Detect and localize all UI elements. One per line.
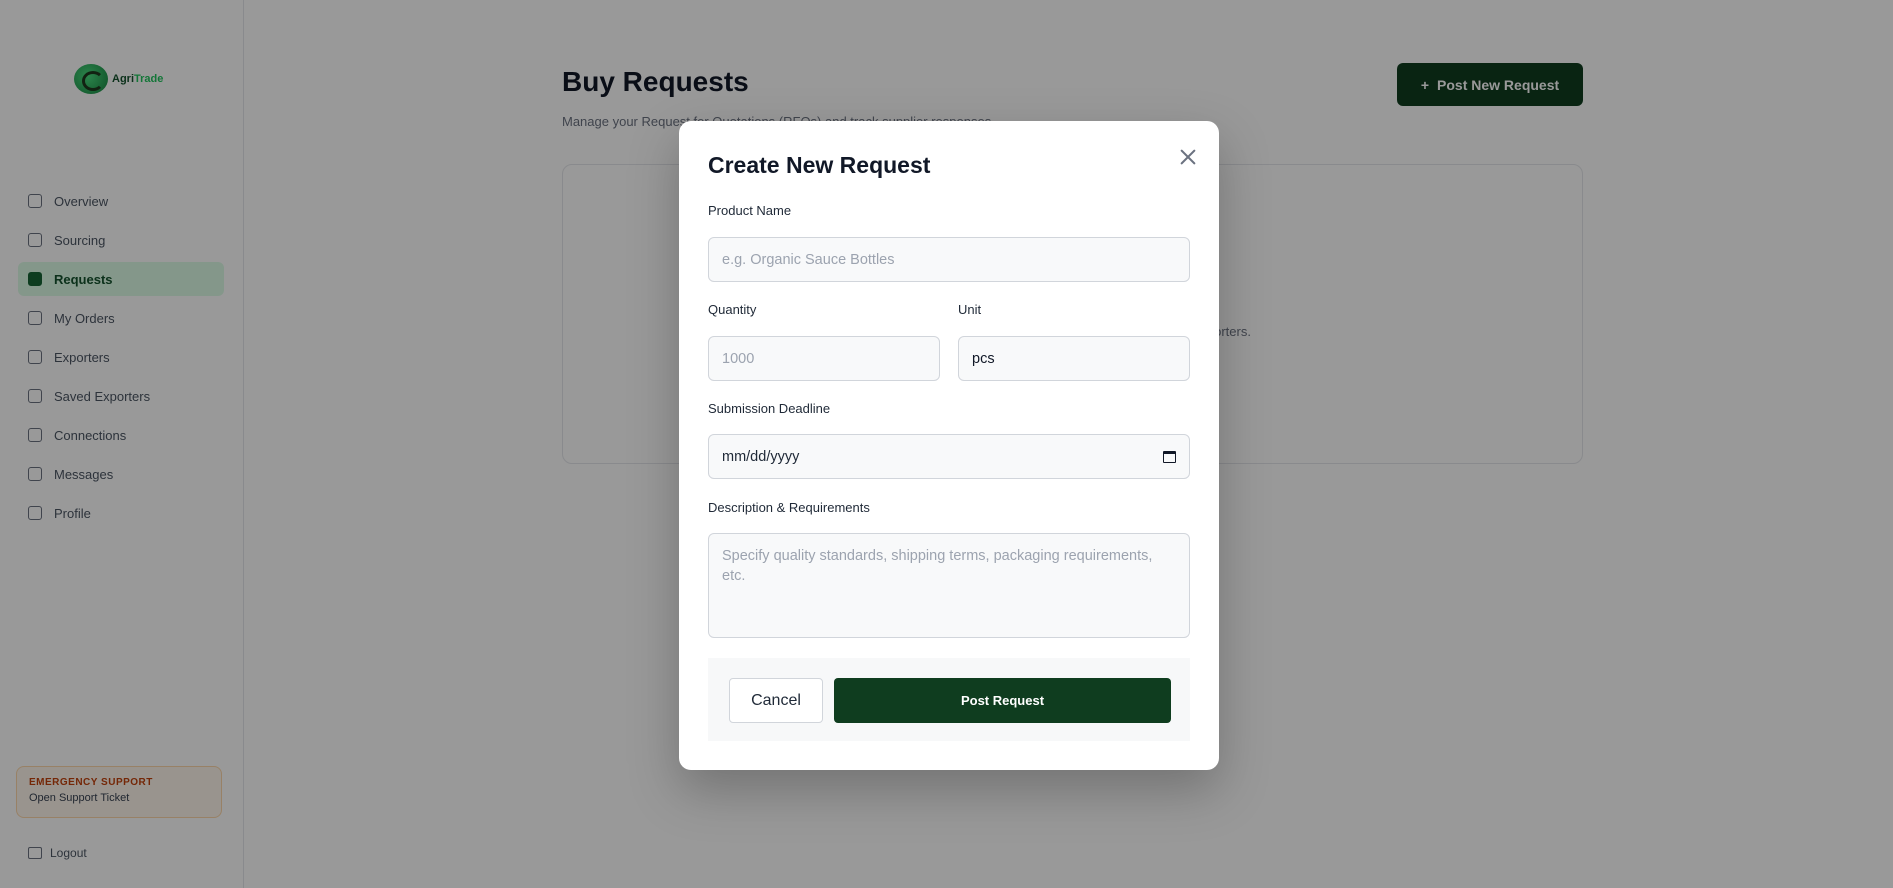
- unit-input[interactable]: pcs: [958, 336, 1190, 381]
- unit-label: Unit: [958, 302, 982, 317]
- calendar-icon[interactable]: [1163, 450, 1176, 463]
- deadline-label: Submission Deadline: [708, 401, 831, 416]
- product-name-label: Product Name: [708, 203, 792, 218]
- description-label: Description & Requirements: [708, 500, 870, 515]
- deadline-date-input[interactable]: mm/dd/yyyy: [708, 434, 1190, 479]
- description-textarea[interactable]: Specify quality standards, shipping term…: [708, 533, 1190, 638]
- cancel-button[interactable]: Cancel: [729, 678, 823, 723]
- deadline-value: mm/dd/yyyy: [722, 448, 800, 465]
- quantity-label: Quantity: [708, 302, 757, 317]
- quantity-input[interactable]: 1000: [708, 336, 940, 381]
- close-icon[interactable]: [1175, 144, 1201, 170]
- modal-action-bar: Cancel Post Request: [708, 658, 1190, 741]
- post-request-button[interactable]: Post Request: [834, 678, 1171, 723]
- modal-title: Create New Request: [708, 152, 931, 178]
- product-name-input[interactable]: e.g. Organic Sauce Bottles: [708, 237, 1190, 282]
